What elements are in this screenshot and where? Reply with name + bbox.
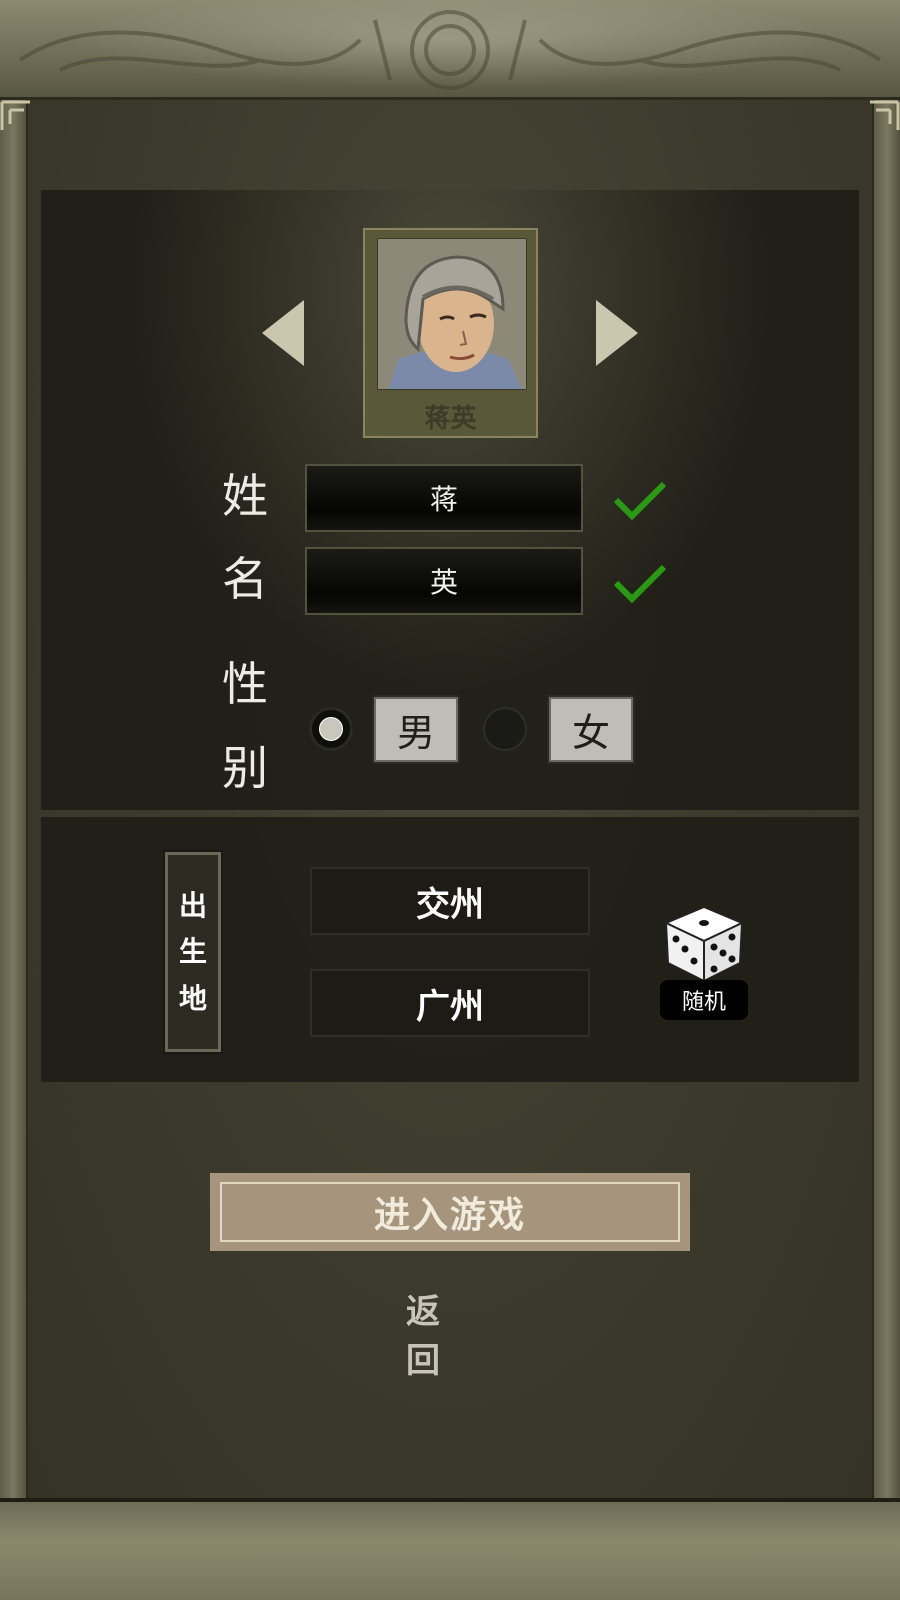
male-radio[interactable] — [309, 707, 353, 751]
left-pillar — [0, 100, 28, 1498]
enter-game-button[interactable]: 进入游戏 — [210, 1173, 690, 1251]
given-name-input[interactable]: 英 — [305, 547, 583, 615]
birthplace-char: 地 — [178, 981, 207, 1015]
next-portrait-button[interactable] — [594, 298, 640, 368]
female-radio[interactable] — [483, 707, 527, 751]
birthplace-label: 出 生 地 — [163, 850, 223, 1054]
male-button[interactable]: 男 — [372, 695, 460, 764]
back-button[interactable]: 返回 — [370, 1292, 530, 1381]
triangle-right-icon — [596, 300, 638, 366]
random-label: 随机 — [660, 980, 748, 1020]
portrait-card[interactable]: 蒋英 — [363, 228, 538, 438]
gender-label-1: 性 — [222, 657, 268, 711]
helmeted-warrior-portrait — [378, 239, 526, 389]
radio-selected-dot — [319, 717, 343, 741]
dice-icon — [663, 905, 745, 983]
check-icon — [613, 481, 667, 521]
character-portrait — [377, 238, 527, 390]
triangle-left-icon — [262, 300, 304, 366]
prev-portrait-button[interactable] — [260, 298, 306, 368]
random-birthplace-button[interactable]: 随机 — [660, 905, 748, 1020]
dragon-ornament-icon — [18, 10, 882, 90]
corner-ornament-icon — [0, 100, 30, 130]
birthplace-char: 生 — [178, 935, 207, 968]
surname-input[interactable]: 蒋 — [305, 464, 583, 532]
surname-label: 姓 — [222, 469, 268, 523]
corner-ornament-icon — [870, 100, 900, 130]
bottom-banner — [0, 1498, 900, 1600]
right-pillar — [872, 100, 900, 1498]
enter-game-label: 进入游戏 — [373, 1195, 526, 1236]
birthplace-char: 出 — [178, 888, 207, 922]
check-icon — [613, 564, 667, 604]
region-select[interactable]: 交州 — [310, 867, 590, 935]
female-button[interactable]: 女 — [547, 695, 635, 764]
portrait-name: 蒋英 — [424, 404, 477, 434]
top-ornament-banner — [0, 0, 900, 100]
given-name-label: 名 — [222, 552, 268, 606]
gender-label-2: 别 — [222, 741, 268, 795]
city-select[interactable]: 广州 — [310, 969, 590, 1037]
